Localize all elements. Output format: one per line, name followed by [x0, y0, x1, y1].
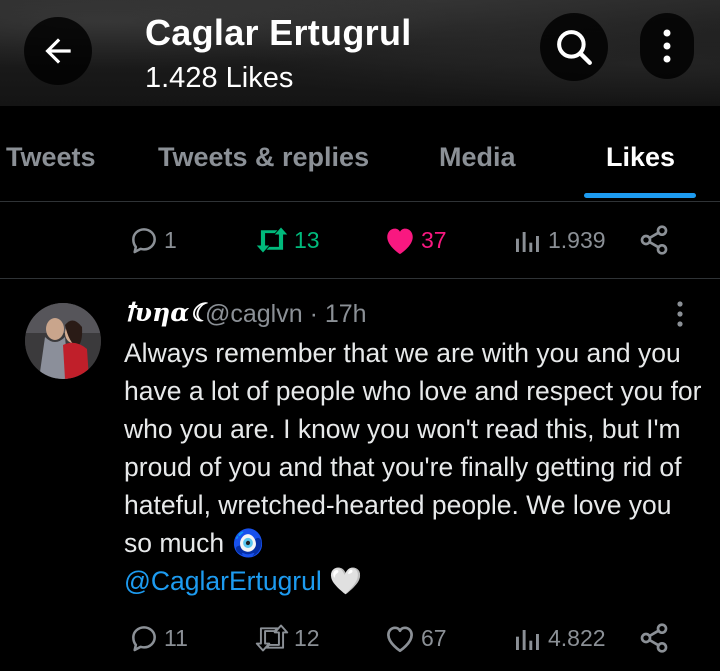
retweet-count: 13 [294, 226, 320, 253]
retweet-icon [256, 227, 288, 253]
view-count: 1.939 [548, 226, 606, 253]
tab-media[interactable]: Media [439, 142, 516, 173]
tweet-more-icon[interactable] [670, 300, 690, 328]
tweet-views-button[interactable]: 4.822 [512, 622, 606, 654]
tweet-handle-time[interactable]: @caglvn · 17h [205, 300, 367, 329]
share-icon [640, 225, 668, 255]
tweet-retweet-button[interactable]: 12 [254, 622, 320, 654]
profile-tabs: Tweets Tweets & replies Media Likes [0, 106, 720, 202]
retweet-button[interactable]: 13 [254, 224, 320, 256]
tab-likes[interactable]: Likes [606, 142, 675, 173]
share-button[interactable] [638, 224, 670, 256]
views-icon [516, 630, 539, 650]
search-button[interactable] [540, 13, 608, 81]
tweet-retweet-count: 12 [294, 624, 320, 651]
active-tab-indicator [584, 193, 696, 198]
tweet-mention-link[interactable]: @CaglarErtugrul [124, 566, 322, 596]
tweet-like-button[interactable]: 67 [383, 622, 447, 654]
likes-count: 1.428 Likes [145, 62, 294, 94]
like-button[interactable]: 37 [383, 224, 447, 256]
avatar-photo [25, 303, 101, 379]
back-button[interactable] [24, 17, 92, 85]
reply-count: 1 [164, 226, 177, 253]
tab-tweets[interactable]: Tweets [6, 142, 96, 173]
views-icon [516, 232, 539, 252]
tweet-divider [0, 278, 720, 279]
search-icon [557, 30, 592, 65]
heart-icon [387, 228, 413, 255]
profile-header: Caglar Ertugrul 1.428 Likes [0, 0, 720, 106]
more-vertical-icon [663, 29, 671, 63]
more-options-button[interactable] [640, 13, 694, 79]
avatar[interactable] [25, 303, 101, 379]
like-count: 37 [421, 226, 447, 253]
tweet-reply-count: 11 [164, 624, 188, 651]
views-button[interactable]: 1.939 [512, 224, 606, 256]
share-icon [640, 623, 668, 653]
tweet-like-count: 67 [421, 624, 447, 651]
retweet-icon [255, 624, 289, 652]
back-arrow-icon [45, 38, 71, 64]
heart-icon [387, 626, 413, 653]
tab-tweets-replies[interactable]: Tweets & replies [158, 142, 369, 173]
tabs-divider [0, 201, 720, 202]
tweet-body: Always remember that we are with you and… [124, 338, 702, 558]
tweet-text: Always remember that we are with you and… [124, 334, 704, 600]
tweet-share-button[interactable] [638, 622, 670, 654]
reply-icon [132, 228, 156, 254]
white-heart-emoji: 🤍 [329, 566, 363, 596]
reply-icon [132, 626, 156, 652]
tweet-reply-button[interactable]: 11 [128, 622, 188, 654]
page-title: Caglar Ertugrul [145, 12, 412, 53]
reply-button[interactable]: 1 [128, 224, 177, 256]
tweet-author-name[interactable]: ꝉυηα☾ [124, 298, 212, 327]
tweet-view-count: 4.822 [548, 624, 606, 651]
